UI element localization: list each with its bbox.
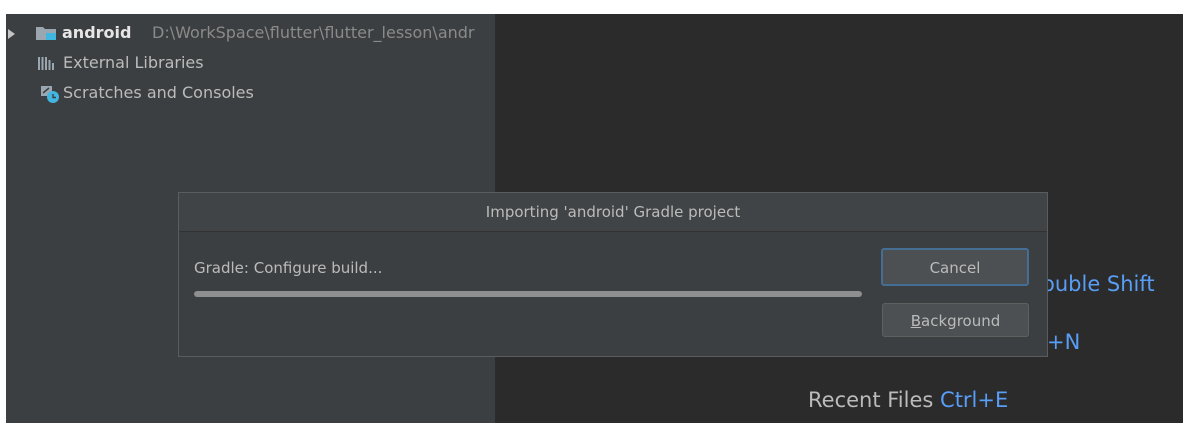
expand-arrow-icon[interactable] <box>8 29 15 39</box>
recent-files-label: Recent Files <box>808 388 934 412</box>
tree-row-android[interactable]: android D:\WorkSpace\flutter\flutter_les… <box>6 18 495 48</box>
background-button[interactable]: Background <box>882 303 1029 337</box>
cancel-button[interactable]: Cancel <box>881 248 1029 286</box>
progress-bar <box>194 291 862 297</box>
new-file-hint: +N <box>1047 330 1081 354</box>
tree-item-label: Scratches and Consoles <box>63 83 254 102</box>
gradle-import-dialog: Importing 'android' Gradle project Gradl… <box>178 192 1048 357</box>
progress-status-text: Gradle: Configure build... <box>194 259 383 277</box>
scratch-icon <box>41 86 59 103</box>
tree-item-android-path: D:\WorkSpace\flutter\flutter_lesson\andr <box>152 23 475 42</box>
background-mnemonic: B <box>910 312 922 330</box>
progress-bar-fill <box>194 291 862 297</box>
module-folder-icon <box>36 27 56 40</box>
tree-row-external-libraries[interactable]: External Libraries <box>6 48 495 78</box>
recent-files-shortcut: Ctrl+E <box>940 388 1009 412</box>
recent-files-hint: Recent Files Ctrl+E <box>808 388 1008 412</box>
tree-row-scratches[interactable]: Scratches and Consoles <box>6 78 495 108</box>
dialog-title: Importing 'android' Gradle project <box>179 193 1047 232</box>
search-everywhere-hint: ouble Shift <box>1042 272 1155 296</box>
background-label: ackground <box>921 312 1001 330</box>
library-icon <box>38 57 54 70</box>
tree-item-android-label: android <box>62 23 132 42</box>
tree-item-label: External Libraries <box>63 53 204 72</box>
